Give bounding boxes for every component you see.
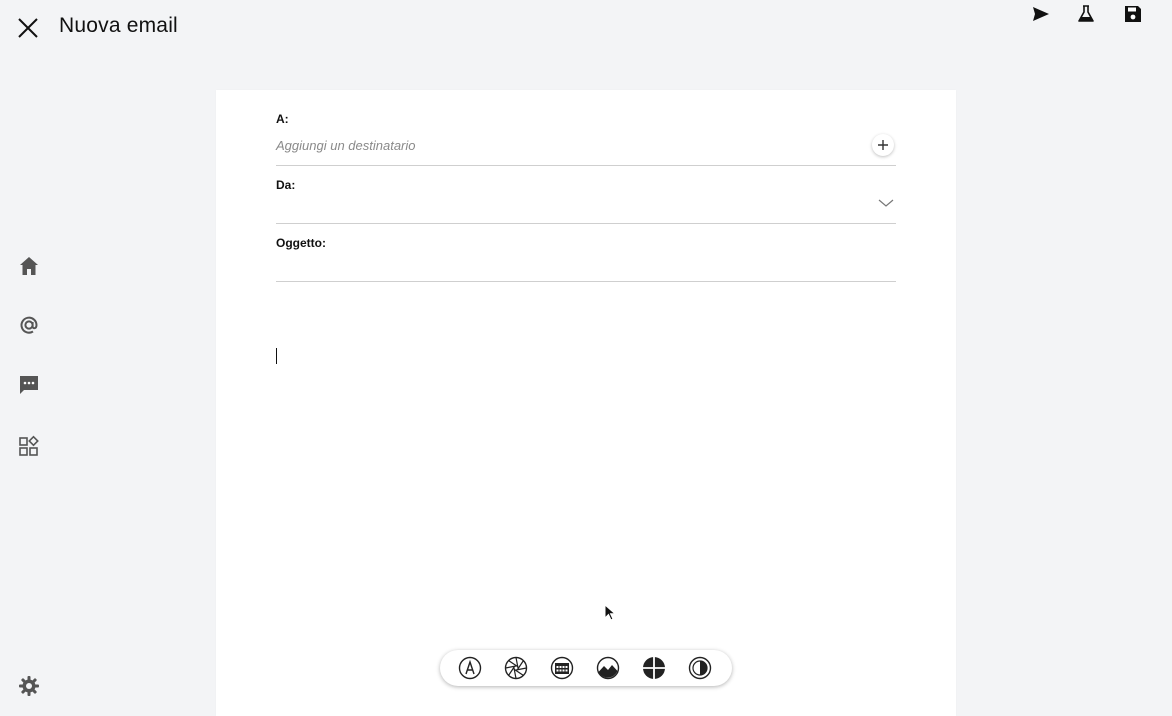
from-dropdown-button[interactable]: [877, 194, 895, 212]
side-nav: [0, 0, 58, 716]
sidebar-item-home[interactable]: [14, 251, 44, 281]
gear-icon: [19, 676, 39, 696]
sidebar-item-apps[interactable]: [14, 431, 44, 461]
test-button[interactable]: [1072, 0, 1100, 28]
home-icon: [20, 257, 38, 275]
aperture-icon: [504, 656, 528, 680]
subject-label: Oggetto:: [276, 236, 326, 250]
apps-grid-icon: [19, 435, 39, 456]
to-divider: [276, 165, 896, 166]
send-icon: [1033, 7, 1049, 21]
compose-card: A: Aggiungi un destinatario Da: Oggetto:: [216, 90, 956, 716]
tool-contrast-button[interactable]: [688, 656, 712, 680]
from-divider: [276, 223, 896, 224]
chevron-down-icon: [878, 199, 894, 207]
tool-calendar-button[interactable]: [550, 656, 574, 680]
text-caret: [276, 348, 277, 364]
tool-image-button[interactable]: [596, 656, 620, 680]
from-select[interactable]: [276, 196, 866, 214]
at-sign-icon: [20, 316, 38, 334]
subject-divider: [276, 281, 896, 282]
top-bar: Nuova email: [0, 0, 1172, 56]
tool-aperture-button[interactable]: [504, 656, 528, 680]
to-input[interactable]: Aggiungi un destinatario: [276, 138, 416, 153]
calendar-icon: [550, 656, 574, 680]
chat-icon: [20, 376, 38, 394]
pen-nib-icon: [458, 656, 482, 680]
send-button[interactable]: [1027, 0, 1055, 28]
tool-crosshair-button[interactable]: [642, 656, 666, 680]
to-label: A:: [276, 112, 289, 126]
content-toolbar: [440, 650, 732, 686]
landscape-icon: [596, 656, 620, 680]
add-recipient-button[interactable]: [872, 134, 894, 156]
subject-input[interactable]: [276, 255, 896, 277]
save-icon: [1125, 6, 1141, 22]
save-button[interactable]: [1119, 0, 1147, 28]
flask-icon: [1078, 5, 1094, 22]
sidebar-item-chat[interactable]: [14, 370, 44, 400]
message-body[interactable]: [276, 340, 896, 630]
contrast-icon: [688, 656, 712, 680]
page-title: Nuova email: [59, 14, 178, 37]
plus-icon: [878, 140, 888, 150]
from-label: Da:: [276, 178, 296, 192]
sidebar-item-email[interactable]: [14, 310, 44, 340]
mouse-pointer-icon: [604, 604, 616, 621]
crosshair-icon: [643, 657, 665, 679]
tool-pen-button[interactable]: [458, 656, 482, 680]
settings-button[interactable]: [14, 671, 44, 701]
